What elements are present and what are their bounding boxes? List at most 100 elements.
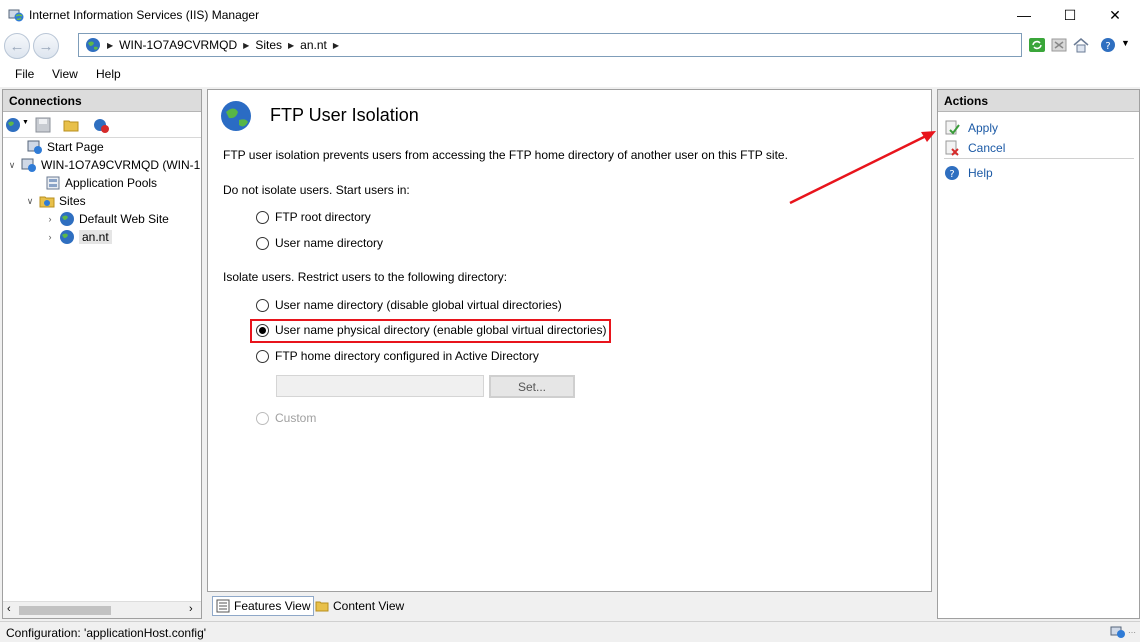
- tree-item-an-nt[interactable]: › an.nt: [45, 228, 112, 246]
- connections-toolbar: ▼: [3, 112, 201, 138]
- chevron-left-icon[interactable]: ‹: [7, 603, 11, 615]
- resize-grip-icon[interactable]: ⋯: [1128, 628, 1136, 637]
- save-icon[interactable]: [35, 117, 51, 133]
- chevron-right-icon[interactable]: ›: [45, 232, 55, 242]
- chevron-right-icon[interactable]: ›: [189, 603, 193, 615]
- tree-item-sites[interactable]: ∨ Sites: [25, 192, 86, 210]
- radio-button[interactable]: [256, 298, 269, 312]
- close-button[interactable]: ✕: [1092, 0, 1138, 30]
- sites-folder-icon: [39, 196, 55, 208]
- back-button[interactable]: ←: [4, 33, 30, 59]
- help-dropdown-icon[interactable]: ?: [1100, 36, 1118, 54]
- chevron-down-icon[interactable]: ▼: [1121, 38, 1130, 48]
- ad-path-input[interactable]: [276, 375, 484, 397]
- disconnect-icon[interactable]: [93, 117, 109, 133]
- radio-button-disabled[interactable]: [256, 411, 269, 425]
- group-label-isolate: Isolate users. Restrict users to the fol…: [223, 270, 508, 284]
- radio-button[interactable]: [256, 349, 269, 363]
- apply-icon: [945, 120, 960, 135]
- menu-bar: File View Help: [0, 62, 1140, 87]
- scrollbar-thumb[interactable]: [19, 606, 111, 615]
- connect-globe-icon[interactable]: [5, 117, 21, 133]
- tree-item-start-page[interactable]: Start Page: [13, 138, 104, 156]
- forward-arrow-icon: →: [38, 37, 54, 55]
- radio-button[interactable]: [256, 210, 269, 224]
- tree-item-server[interactable]: ∨ WIN-1O7A9CVRMQD (WIN-1: [7, 156, 200, 174]
- tab-label: Features View: [234, 599, 311, 613]
- stop-icon[interactable]: [1050, 36, 1068, 54]
- chevron-right-icon[interactable]: ›: [45, 214, 55, 224]
- menu-view[interactable]: View: [52, 67, 78, 81]
- breadcrumb-separator-icon: ▶: [332, 40, 340, 50]
- start-page-icon: [27, 140, 42, 154]
- status-text: Configuration: 'applicationHost.config': [6, 626, 207, 640]
- radio-label: FTP home directory configured in Active …: [275, 349, 539, 363]
- status-bar: Configuration: 'applicationHost.config' …: [0, 621, 1140, 642]
- view-tabs: Features View Content View: [207, 594, 932, 618]
- breadcrumb-sites[interactable]: Sites: [255, 38, 282, 52]
- radio-ftp-root-directory[interactable]: FTP root directory: [256, 210, 371, 224]
- breadcrumb-separator-icon: ▶: [243, 40, 250, 50]
- connections-panel: Connections ▼ Start Page ∨ WIN-1O7A9CVRM…: [2, 89, 202, 619]
- set-button[interactable]: Set...: [489, 375, 575, 398]
- maximize-button[interactable]: ☐: [1047, 0, 1093, 30]
- action-apply[interactable]: Apply: [944, 120, 998, 136]
- minimize-button[interactable]: —: [1001, 0, 1047, 30]
- description-text: FTP user isolation prevents users from a…: [223, 148, 788, 162]
- connections-header: Connections: [3, 90, 201, 112]
- radio-label: FTP root directory: [275, 210, 371, 224]
- tree-label: Sites: [59, 194, 86, 208]
- application-pools-icon: [46, 176, 60, 190]
- breadcrumb-separator-icon: ▶: [288, 40, 295, 50]
- website-globe-icon: [60, 230, 74, 244]
- action-label: Cancel: [968, 141, 1006, 155]
- back-arrow-icon: ←: [9, 37, 25, 55]
- tree-label: Default Web Site: [79, 212, 169, 226]
- iis-app-icon: [8, 9, 24, 22]
- cancel-icon: [945, 140, 959, 156]
- folder-icon[interactable]: [63, 117, 79, 133]
- menu-file[interactable]: File: [15, 67, 34, 81]
- globe-icon: [221, 101, 251, 131]
- radio-label: Custom: [275, 411, 317, 425]
- menu-help[interactable]: Help: [96, 67, 121, 81]
- address-row: ← → ▶ WIN-1O7A9CVRMQD ▶ Sites ▶ an.nt ▶ …: [0, 30, 1140, 62]
- actions-panel: Actions Apply Cancel ? Help: [937, 89, 1140, 619]
- chevron-down-icon[interactable]: ∨: [7, 160, 17, 171]
- server-status-icon: [1110, 626, 1125, 638]
- radio-ftp-home-active-directory[interactable]: FTP home directory configured in Active …: [256, 349, 539, 363]
- breadcrumb-server[interactable]: WIN-1O7A9CVRMQD: [119, 38, 237, 52]
- radio-custom[interactable]: Custom: [256, 411, 316, 425]
- address-bar[interactable]: ▶ WIN-1O7A9CVRMQD ▶ Sites ▶ an.nt ▶: [78, 33, 1022, 57]
- horizontal-scrollbar[interactable]: ‹ ›: [3, 601, 201, 618]
- home-icon[interactable]: [1072, 36, 1090, 54]
- globe-icon: [86, 38, 100, 52]
- title-bar: Internet Information Services (IIS) Mana…: [0, 0, 1140, 30]
- svg-text:?: ?: [949, 169, 954, 180]
- tab-content-view[interactable]: Content View: [312, 596, 407, 616]
- action-cancel[interactable]: Cancel: [944, 140, 1005, 156]
- action-help[interactable]: ? Help: [944, 165, 993, 181]
- refresh-icon[interactable]: [1028, 36, 1046, 54]
- tree-item-default-web-site[interactable]: › Default Web Site: [45, 210, 169, 228]
- annotation-arrow: [789, 131, 936, 205]
- help-icon: ?: [945, 166, 959, 180]
- window-title: Internet Information Services (IIS) Mana…: [29, 8, 260, 22]
- radio-user-name-directory-disable-global[interactable]: User name directory (disable global virt…: [256, 298, 562, 312]
- tree-label: Application Pools: [65, 176, 158, 190]
- divider: [944, 158, 1134, 159]
- tree-item-application-pools[interactable]: Application Pools: [31, 174, 157, 192]
- radio-user-name-directory[interactable]: User name directory: [256, 236, 383, 250]
- radio-label: User name directory: [275, 236, 384, 250]
- action-label: Apply: [968, 121, 999, 135]
- content-view-icon: [315, 601, 329, 612]
- radio-button[interactable]: [256, 236, 269, 250]
- chevron-down-icon[interactable]: ∨: [25, 196, 35, 207]
- chevron-down-icon[interactable]: ▼: [22, 119, 29, 126]
- tab-features-view[interactable]: Features View: [212, 596, 315, 616]
- forward-button[interactable]: →: [33, 33, 59, 59]
- svg-text:?: ?: [1105, 41, 1110, 52]
- breadcrumb-site[interactable]: an.nt: [300, 38, 327, 52]
- server-icon: [21, 158, 36, 172]
- action-label: Help: [968, 166, 993, 180]
